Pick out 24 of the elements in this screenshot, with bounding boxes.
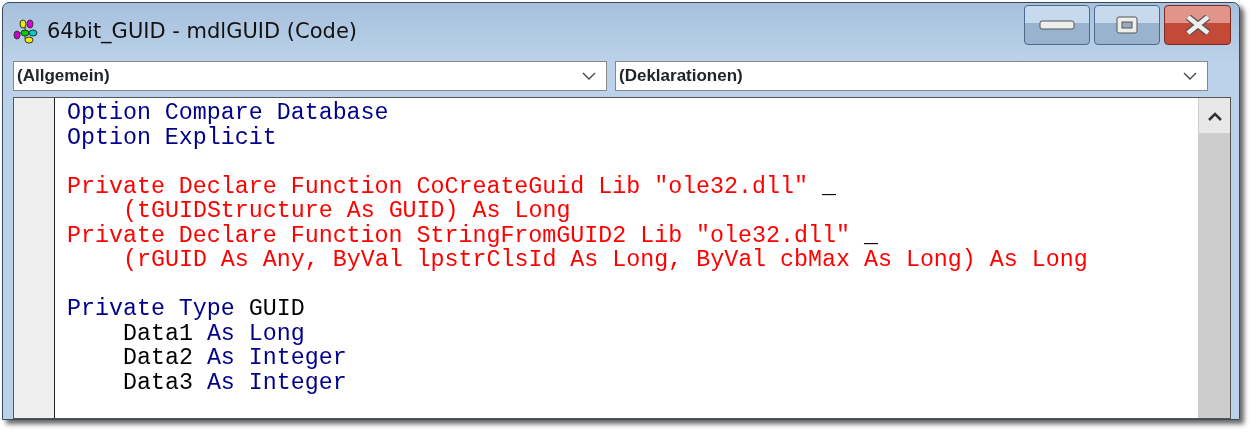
code-line: Data3 As Integer [123, 370, 347, 395]
maximize-icon [1116, 16, 1138, 34]
app-icon [13, 19, 39, 45]
code-line: Option Explicit [67, 125, 277, 150]
chevron-down-icon [582, 72, 596, 80]
dropdown[interactable]: (Allgemein) [13, 61, 607, 91]
minimize-button[interactable] [1024, 5, 1090, 45]
code-line: (tGUIDStructure As GUID) As Long [123, 199, 571, 224]
code-line: Option Compare Database [67, 101, 389, 126]
close-button[interactable] [1164, 5, 1231, 45]
dropdown[interactable]: (Deklarationen) [615, 61, 1208, 91]
code-line: Private Declare Function StringFromGUID2 Lib "ole32.dll" _ [67, 223, 878, 248]
maximize-button[interactable] [1094, 5, 1160, 45]
code-line: (rGUID As Any, ByVal lpstrClsId As Long, ByVal cbMax As Long) As Long [123, 248, 1088, 273]
code-line: Private Declare Function CoCreateGuid Lib "ole32.dll" _ [67, 174, 836, 199]
code-line: Data1 As Long [123, 321, 305, 346]
chevron-down-icon [1183, 72, 1197, 80]
code-line: Private Type GUID [67, 297, 305, 322]
minimize-icon [1039, 20, 1075, 30]
code-line: Data2 As Integer [123, 346, 347, 371]
scrollbar[interactable] [1198, 98, 1230, 418]
window-title: 64bit_GUID - mdlGUID (Code) [47, 18, 357, 46]
scroll-up-icon[interactable] [1207, 112, 1222, 121]
close-icon [1184, 15, 1211, 35]
